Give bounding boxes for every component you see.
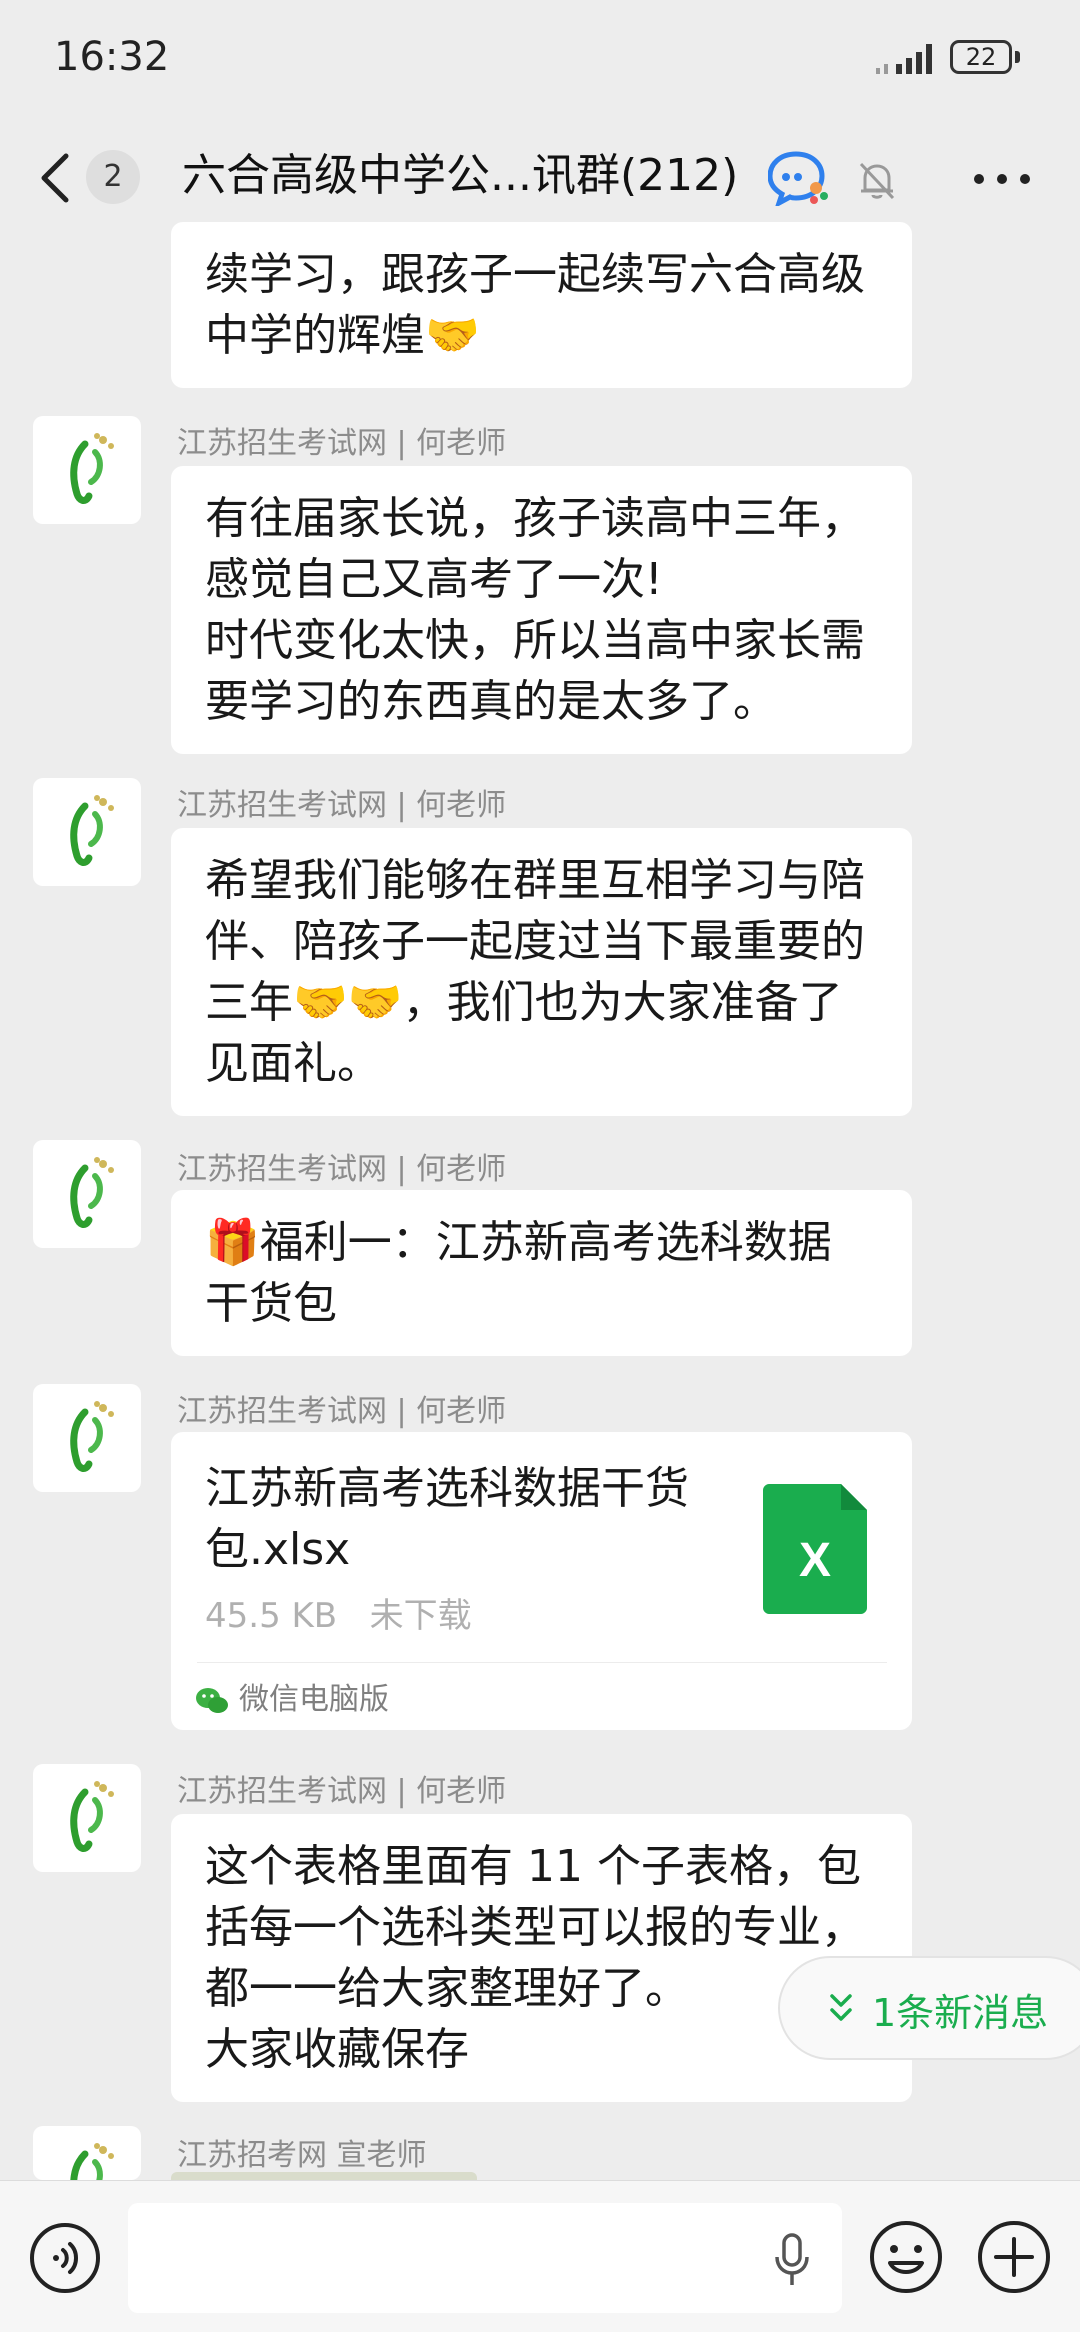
mute-bell-icon <box>859 162 895 200</box>
status-time: 16:32 <box>54 34 170 80</box>
image-message-preview[interactable] <box>171 2172 477 2180</box>
back-arrow-icon[interactable] <box>36 148 76 208</box>
new-message-indicator[interactable]: 1条新消息 <box>778 1956 1080 2060</box>
signal-icon <box>876 44 932 74</box>
avatar[interactable] <box>33 1764 141 1872</box>
sender-name: 江苏招生考试网 | 何老师 <box>177 426 507 461</box>
plus-icon[interactable] <box>976 2219 1052 2295</box>
file-meta: 45.5 KB 未下载 <box>205 1588 472 1637</box>
file-download-status: 未下载 <box>369 1596 472 1636</box>
svg-text:X: X <box>799 1534 831 1587</box>
file-source-label: 微信电脑版 <box>239 1682 389 1717</box>
chat-header: 2 六合高级中学公...讯群(212) <box>0 120 1080 238</box>
divider <box>197 1662 887 1663</box>
avatar[interactable] <box>33 2126 141 2180</box>
excel-file-icon: X <box>763 1484 867 1614</box>
new-message-label: 1条新消息 <box>872 1991 1049 2035</box>
unread-count-badge[interactable]: 2 <box>86 150 140 204</box>
sender-name: 江苏招考网 宣老师 <box>177 2138 427 2173</box>
sender-name: 江苏招生考试网 | 何老师 <box>177 788 507 823</box>
file-name: 江苏新高考选科数据干货包.xlsx <box>205 1463 689 1575</box>
microphone-icon[interactable] <box>772 2231 812 2291</box>
emoji-icon[interactable] <box>868 2219 944 2295</box>
sender-name: 江苏招生考试网 | 何老师 <box>177 1152 507 1187</box>
battery-icon: 22 <box>950 40 1020 76</box>
more-options-icon[interactable] <box>972 172 1032 186</box>
message-input[interactable] <box>128 2203 842 2313</box>
message-bubble[interactable]: 有往届家长说，孩子读高中三年， 感觉自己又高考了一次! 时代变化太快，所以当高中… <box>171 466 912 754</box>
group-chat-icon <box>768 151 828 206</box>
avatar[interactable] <box>33 778 141 886</box>
sender-name: 江苏招生考试网 | 何老师 <box>177 1394 507 1429</box>
chat-title: 六合高级中学公...讯群(212) <box>182 150 739 201</box>
input-bar <box>0 2180 1080 2332</box>
status-bar: 16:32 22 <box>0 0 1080 120</box>
avatar[interactable] <box>33 1384 141 1492</box>
avatar[interactable] <box>33 416 141 524</box>
battery-level: 22 <box>965 43 997 71</box>
wechat-icon <box>196 1687 228 1713</box>
file-source: 微信电脑版 <box>195 1678 389 1722</box>
message-bubble[interactable]: 续学习，跟孩子一起续写六合高级 中学的辉煌🤝 <box>171 222 912 388</box>
file-size: 45.5 KB <box>205 1596 338 1636</box>
message-bubble[interactable]: 这个表格里面有 11 个子表格，包 括每一个选科类型可以报的专业， 都一一给大家… <box>171 1814 912 2102</box>
message-bubble[interactable]: 🎁福利一：江苏新高考选科数据 干货包 <box>171 1190 912 1356</box>
voice-input-icon[interactable] <box>28 2221 102 2295</box>
file-message-card[interactable]: 江苏新高考选科数据干货包.xlsx 45.5 KB 未下载 X 微信电脑版 <box>171 1432 912 1730</box>
message-bubble[interactable]: 希望我们能够在群里互相学习与陪 伴、陪孩子一起度过当下最重要的 三年🤝🤝，我们也… <box>171 828 912 1116</box>
avatar[interactable] <box>33 1140 141 1248</box>
double-chevron-down-icon <box>830 1994 852 2021</box>
sender-name: 江苏招生考试网 | 何老师 <box>177 1774 507 1809</box>
